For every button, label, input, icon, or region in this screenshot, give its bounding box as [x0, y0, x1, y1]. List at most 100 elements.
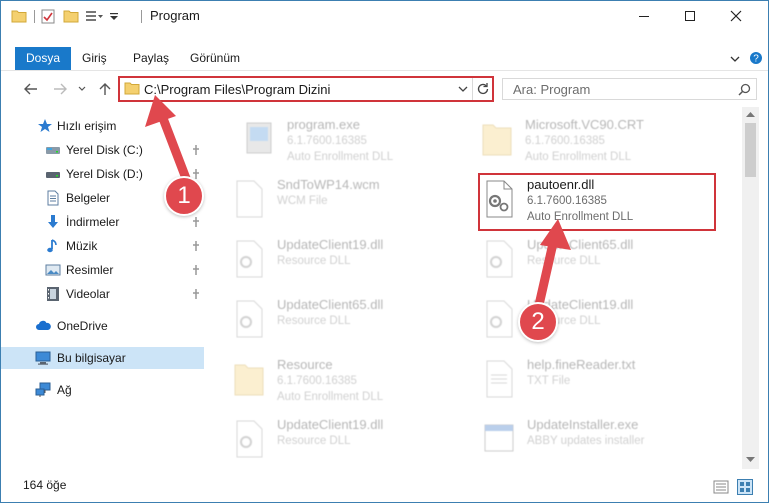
properties-icon[interactable]	[41, 9, 55, 24]
file-item[interactable]: UpdateClient19.dll Resource DLL	[231, 233, 471, 289]
folder-icon	[482, 124, 512, 156]
large-icons-view-icon[interactable]	[737, 479, 753, 495]
file-item[interactable]: UpdateInstaller.exe ABBY updates install…	[481, 413, 721, 467]
search-icon	[738, 83, 751, 96]
separator	[34, 10, 35, 23]
tab-dosya[interactable]: Dosya	[15, 47, 72, 70]
file-version: Resource DLL	[277, 255, 351, 267]
file-item[interactable]: UpdateClient65.dll Resource DLL	[231, 293, 471, 349]
download-icon	[48, 215, 58, 228]
status-bar: 164 öğe	[1, 472, 768, 502]
pin-icon[interactable]	[190, 240, 202, 252]
sidebar-item-downloads[interactable]: İndirmeler	[1, 211, 204, 233]
file-description: Auto Enrollment DLL	[287, 151, 394, 163]
exe-icon	[246, 122, 272, 154]
minimize-button[interactable]	[621, 1, 667, 31]
address-bar[interactable]: C:\Program Files\Program Dizini	[118, 76, 494, 102]
file-name: SndToWP14.wcm	[277, 177, 380, 192]
file-name: Microsoft.VC90.CRT	[525, 117, 644, 132]
file-name: UpdateClient65.dll	[527, 237, 634, 252]
tab-gorunum[interactable]: Görünüm	[179, 47, 251, 70]
window-title: Program	[150, 8, 200, 23]
file-item[interactable]: UpdateClient65.dll Resource DLL	[481, 233, 721, 289]
sidebar-item-label: Bu bilgisayar	[57, 351, 126, 365]
dll-icon	[486, 300, 513, 338]
close-button[interactable]	[713, 1, 759, 31]
details-view-icon[interactable]	[713, 480, 729, 494]
callout-badge-1: 1	[164, 176, 204, 216]
file-version: WCM File	[277, 195, 328, 207]
file-name: UpdateInstaller.exe	[527, 417, 639, 432]
document-icon	[47, 190, 59, 206]
file-item[interactable]: program.exe 6.1.7600.16385 Auto Enrollme…	[241, 113, 481, 169]
file-icon	[236, 180, 263, 218]
address-path[interactable]: C:\Program Files\Program Dizini	[144, 82, 330, 97]
video-icon	[47, 287, 59, 301]
file-item[interactable]: Resource 6.1.7600.16385 Auto Enrollment …	[231, 353, 471, 409]
pictures-icon	[45, 264, 61, 276]
sidebar-item-label: Belgeler	[66, 191, 111, 205]
maximize-button[interactable]	[667, 1, 713, 31]
file-description: Auto Enrollment DLL	[525, 151, 632, 163]
file-item[interactable]: help.fineReader.txt TXT File	[481, 353, 721, 409]
file-version: TXT File	[527, 375, 571, 387]
file-item[interactable]: UpdateClient19.dll Resource DLL	[231, 413, 471, 467]
recent-locations-button[interactable]	[75, 79, 89, 99]
file-item[interactable]: SndToWP14.wcm WCM File	[231, 173, 471, 229]
navigation-bar: C:\Program Files\Program Dizini Ara: Pro…	[1, 74, 768, 104]
tab-paylas[interactable]: Paylaş	[122, 47, 180, 70]
forward-button[interactable]	[49, 79, 71, 99]
file-version: ABBY updates installer	[527, 435, 645, 447]
file-name: help.fineReader.txt	[527, 357, 636, 372]
sidebar-item-videos[interactable]: Videolar	[1, 283, 204, 305]
sidebar-item-music[interactable]: Müzik	[1, 235, 204, 257]
scrollbar-thumb[interactable]	[745, 123, 756, 177]
drive-icon	[46, 147, 60, 154]
sidebar-item-local-disk-c[interactable]: Yerel Disk (C:)	[1, 139, 204, 161]
search-box[interactable]: Ara: Program	[502, 78, 757, 100]
sidebar-item-onedrive[interactable]: OneDrive	[1, 315, 204, 337]
new-folder-icon[interactable]	[63, 9, 79, 23]
pin-icon[interactable]	[190, 264, 202, 276]
separator	[472, 78, 473, 100]
ribbon-expand-icon[interactable]	[729, 53, 741, 65]
item-count: 164 öğe	[23, 478, 67, 492]
up-button[interactable]	[94, 79, 116, 99]
sidebar-item-network[interactable]: Ağ	[1, 379, 204, 401]
sidebar-item-this-pc[interactable]: Bu bilgisayar	[1, 347, 204, 369]
cloud-icon	[36, 320, 51, 330]
chevron-down-icon[interactable]	[109, 12, 119, 22]
help-icon[interactable]: ?	[749, 51, 763, 65]
maximize-icon	[685, 11, 695, 21]
file-item[interactable]: UpdateClient19.dll Resource DLL	[481, 293, 721, 349]
pin-icon[interactable]	[190, 144, 202, 156]
sidebar-item-label: OneDrive	[57, 319, 108, 333]
separator	[141, 10, 142, 23]
navigation-pane: Hızlı erişim Yerel Disk (C:) Yerel Disk …	[1, 111, 206, 471]
pin-icon[interactable]	[190, 288, 202, 300]
scroll-up-icon[interactable]	[746, 111, 755, 117]
sidebar-item-pictures[interactable]: Resimler	[1, 259, 204, 281]
chevron-down-icon[interactable]	[458, 85, 468, 93]
sidebar-item-label: İndirmeler	[66, 215, 120, 229]
customize-icon[interactable]	[85, 9, 103, 23]
sidebar-item-quick-access[interactable]: Hızlı erişim	[1, 115, 204, 137]
file-list: program.exe 6.1.7600.16385 Auto Enrollme…	[207, 107, 741, 467]
back-button[interactable]	[20, 79, 42, 99]
file-item[interactable]: Microsoft.VC90.CRT 6.1.7600.16385 Auto E…	[479, 113, 719, 169]
pin-icon[interactable]	[190, 216, 202, 228]
scroll-down-icon[interactable]	[746, 457, 755, 463]
file-name: UpdateClient65.dll	[277, 297, 384, 312]
sidebar-item-label: Müzik	[66, 239, 98, 253]
file-version: 6.1.7600.16385	[525, 135, 605, 147]
dll-icon	[236, 300, 263, 338]
vertical-scrollbar[interactable]	[742, 107, 759, 469]
folder-icon	[124, 82, 140, 95]
file-name: Resource	[277, 357, 333, 372]
search-input[interactable]: Ara: Program	[513, 82, 590, 97]
minimize-icon	[639, 16, 649, 17]
tab-giris[interactable]: Giriş	[71, 47, 118, 70]
dll-icon	[236, 420, 263, 458]
file-description: Auto Enrollment DLL	[277, 391, 384, 403]
refresh-icon[interactable]	[476, 82, 490, 96]
